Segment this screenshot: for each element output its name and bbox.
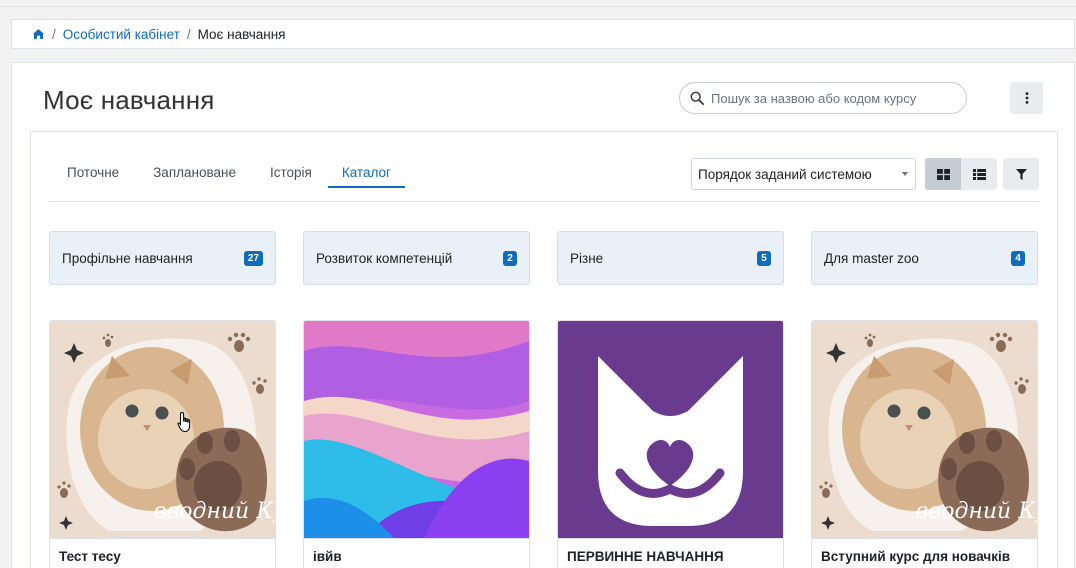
list-icon (972, 168, 986, 180)
grid-icon (936, 168, 950, 180)
course-name[interactable]: Тест тесу (50, 538, 275, 564)
breadcrumb: / Особистий кабінет / Моє навчання (11, 19, 1075, 49)
page-title: Моє навчання (43, 85, 215, 115)
list-view-button[interactable] (961, 158, 997, 190)
category-count-badge: 5 (757, 250, 771, 266)
breadcrumb-separator: / (52, 26, 56, 42)
abstract-wave-illustration (304, 321, 529, 538)
search-icon (690, 91, 704, 105)
learning-panel: Поточне Заплановане Історія Каталог Поря… (30, 131, 1058, 568)
tab-history[interactable]: Історія (252, 158, 328, 188)
view-toggle (925, 158, 997, 190)
course-image[interactable] (558, 321, 783, 538)
tab-catalog[interactable]: Каталог (327, 158, 405, 188)
chevron-down-icon (902, 172, 908, 176)
cat-logo-illustration (558, 321, 783, 538)
course-name[interactable]: Вступний курс для новачків (812, 538, 1037, 564)
cat-illustration: вводний Курс (812, 321, 1037, 538)
category-tile[interactable]: Різне 5 (557, 231, 784, 285)
category-count-badge: 27 (243, 250, 263, 266)
filter-button[interactable] (1003, 158, 1039, 190)
course-name[interactable]: івйв (304, 538, 529, 564)
category-count-badge: 4 (1011, 250, 1025, 266)
filter-icon (1015, 168, 1027, 180)
course-card[interactable]: івйв (303, 320, 530, 568)
category-tile[interactable]: Для master zoo 4 (811, 231, 1038, 285)
course-image-text: вводний Курс (154, 499, 275, 524)
top-strip (0, 0, 1076, 7)
category-tile[interactable]: Профільне навчання 27 (49, 231, 276, 285)
category-tile[interactable]: Розвиток компетенцій 2 (303, 231, 530, 285)
tabs-divider (49, 201, 1039, 202)
course-card[interactable]: вводний Курс Тест тесу (49, 320, 276, 568)
breadcrumb-separator: / (186, 26, 191, 42)
tab-current[interactable]: Поточне (49, 158, 135, 188)
sort-selected-value: Порядок заданий системою (698, 166, 872, 182)
learning-tabs: Поточне Заплановане Історія Каталог (49, 158, 405, 188)
main-region: Моє навчання Поточне Заплановане Історія… (11, 62, 1075, 568)
sort-select[interactable]: Порядок заданий системою (691, 158, 916, 190)
kebab-icon (1025, 92, 1028, 104)
course-image-text: вводний Курс (916, 499, 1037, 524)
category-label: Розвиток компетенцій (316, 250, 453, 266)
breadcrumb-dashboard-link[interactable]: Особистий кабінет (63, 27, 180, 42)
course-image[interactable]: вводний Курс (50, 321, 275, 538)
category-label: Профільне навчання (62, 250, 193, 266)
breadcrumb-current: Моє навчання (197, 26, 286, 42)
search-input[interactable] (711, 90, 951, 106)
category-label: Різне (570, 250, 604, 266)
tab-planned[interactable]: Заплановане (135, 158, 252, 188)
category-count-badge: 2 (503, 250, 517, 266)
home-icon[interactable] (32, 28, 45, 40)
course-card[interactable]: вводний Курс Вступний курс для новачків (811, 320, 1038, 568)
page-actions-menu-button[interactable] (1010, 82, 1043, 114)
hand-pointer-cursor-icon (177, 411, 191, 433)
course-card[interactable]: ПЕРВИННЕ НАВЧАННЯ (557, 320, 784, 568)
course-image[interactable] (304, 321, 529, 538)
grid-view-button[interactable] (925, 158, 961, 190)
course-image[interactable]: вводний Курс (812, 321, 1037, 538)
cat-illustration: вводний Курс (50, 321, 275, 538)
category-label: Для master zoo (824, 250, 919, 266)
course-search[interactable] (679, 82, 967, 114)
course-name[interactable]: ПЕРВИННЕ НАВЧАННЯ (558, 538, 783, 564)
